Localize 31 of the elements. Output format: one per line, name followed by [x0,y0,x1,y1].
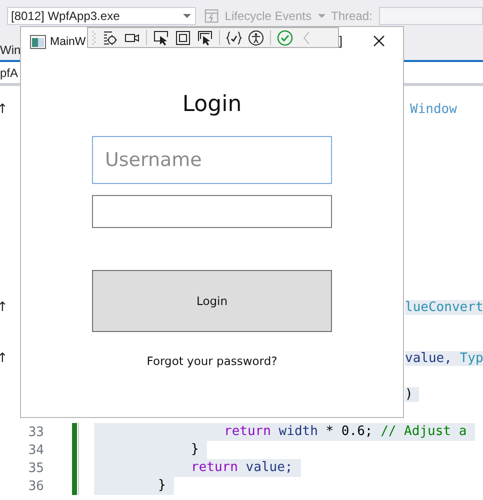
line-number: 34 [27,442,44,458]
grip-icon[interactable] [92,30,96,46]
window-icon [30,34,46,48]
window-title: ] [339,34,342,48]
cursor-select-icon[interactable] [153,30,169,46]
accessibility-icon[interactable] [248,30,264,46]
line-number: 33 [27,424,44,440]
window-title: MainW [50,36,86,48]
username-field[interactable]: Username [92,136,332,184]
list-target-icon[interactable] [102,30,118,46]
document-tab[interactable]: Win [0,43,21,60]
navigation-dropdown[interactable]: pfA [0,66,18,80]
login-button[interactable]: Login [92,270,332,332]
caret-icon [318,14,326,18]
braces-icon[interactable] [226,30,242,46]
margin-glyph: ↑ [0,351,8,366]
margin-glyph: ↑ [0,102,8,117]
line-number: 35 [27,460,44,476]
cursor-frame-icon[interactable] [197,30,213,46]
login-heading: Login [182,92,242,117]
password-field[interactable] [92,195,332,228]
process-dropdown[interactable]: [8012] WpfApp3.exe [7,7,196,25]
line-number: 36 [27,478,44,494]
square-icon[interactable] [175,30,191,46]
margin-glyph: ↑ [0,300,8,315]
code-line: Window [410,102,458,117]
caret-icon [182,14,191,18]
thread-label: Thread: [331,9,372,23]
check-circle-icon[interactable] [277,30,293,46]
forgot-password-link[interactable]: Forgot your password? [146,354,278,368]
close-icon[interactable] [373,35,385,47]
